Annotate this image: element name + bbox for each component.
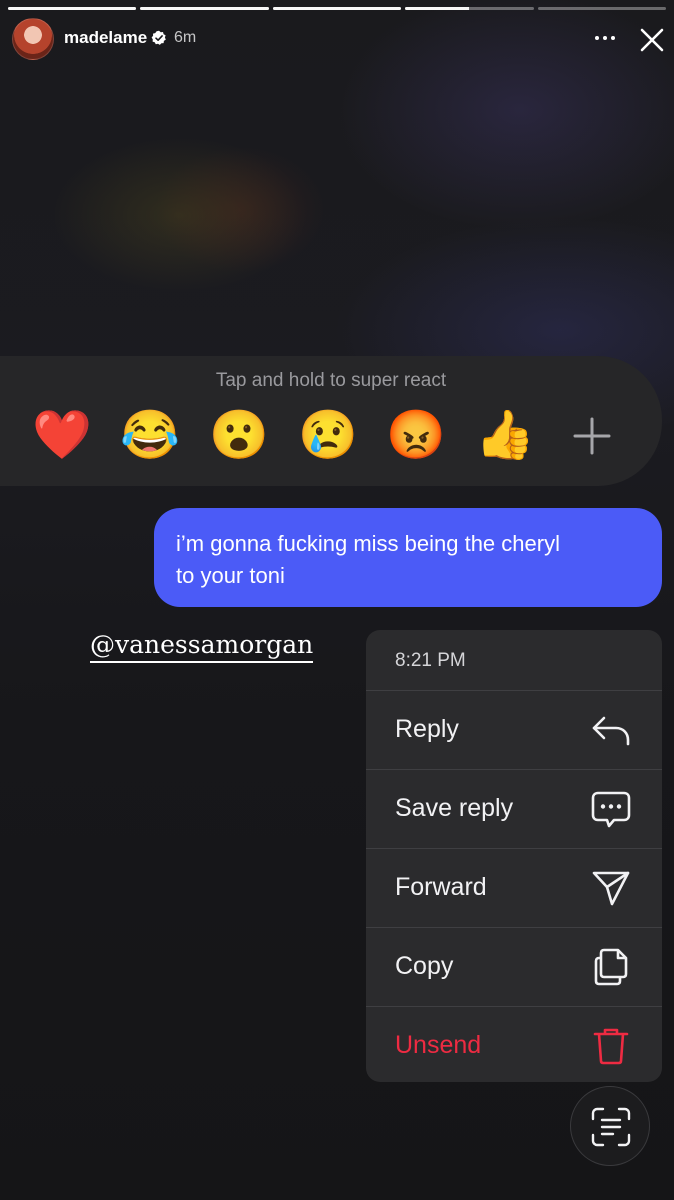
message-text-line: i’m gonna fucking miss being the cheryl bbox=[176, 531, 560, 556]
menu-item-unsend[interactable]: Unsend bbox=[366, 1006, 662, 1082]
paper-plane-icon bbox=[592, 871, 630, 906]
reply-arrow-icon bbox=[592, 716, 630, 746]
crying-reaction-emoji[interactable]: 😢 bbox=[298, 406, 358, 466]
story-progress-bar bbox=[8, 7, 667, 10]
progress-segment-current bbox=[405, 7, 534, 10]
laughing-reaction-emoji[interactable]: 😂 bbox=[120, 406, 180, 466]
scan-text-icon bbox=[591, 1107, 631, 1147]
progress-segment bbox=[537, 7, 667, 10]
message-timestamp: 8:21 PM bbox=[395, 650, 466, 671]
copy-icon bbox=[594, 948, 628, 986]
scan-text-button[interactable] bbox=[570, 1086, 650, 1166]
menu-item-save-reply[interactable]: Save reply bbox=[366, 769, 662, 847]
reaction-hint: Tap and hold to super react bbox=[215, 370, 447, 391]
mention-tag[interactable]: @vanessamorgan bbox=[90, 630, 314, 663]
surprised-reaction-emoji[interactable]: 😮 bbox=[209, 406, 269, 466]
close-icon[interactable] bbox=[636, 24, 668, 56]
thumbs-up-reaction-emoji[interactable]: 👍 bbox=[475, 406, 535, 466]
menu-item-reply[interactable]: Reply bbox=[366, 690, 662, 768]
avatar[interactable] bbox=[12, 18, 54, 60]
progress-segment bbox=[8, 7, 137, 10]
trash-icon bbox=[593, 1028, 629, 1065]
menu-item-copy[interactable]: Copy bbox=[366, 927, 662, 1005]
menu-item-label: Forward bbox=[395, 873, 487, 901]
speech-bubble-dots-icon bbox=[591, 791, 631, 828]
heart-reaction-emoji[interactable]: ❤️ bbox=[32, 406, 92, 466]
menu-item-forward[interactable]: Forward bbox=[366, 848, 662, 926]
progress-segment bbox=[272, 7, 402, 10]
message-bubble[interactable]: i’m gonna fucking miss being the cheryl … bbox=[154, 508, 662, 607]
angry-reaction-emoji[interactable]: 😡 bbox=[386, 406, 446, 466]
menu-item-label: Unsend bbox=[395, 1031, 482, 1059]
reaction-bar: Tap and hold to super react ❤️ 😂 😮 😢 😡 👍 bbox=[0, 356, 662, 486]
story-screen: madelame 6m Tap and hold to super react … bbox=[0, 0, 674, 1200]
more-options-icon[interactable] bbox=[590, 26, 620, 50]
message-text-line: to your toni bbox=[176, 563, 285, 588]
username[interactable]: madelame bbox=[64, 28, 147, 48]
plus-icon[interactable] bbox=[572, 416, 612, 456]
progress-segment bbox=[140, 7, 269, 10]
time-ago: 6m bbox=[174, 29, 197, 46]
message-context-menu: 8:21 PM Reply Save reply Forward Copy Un… bbox=[366, 630, 662, 1082]
menu-item-label: Save reply bbox=[395, 794, 514, 822]
verified-badge-icon bbox=[151, 30, 166, 45]
menu-item-label: Reply bbox=[395, 715, 459, 743]
menu-item-label: Copy bbox=[395, 952, 454, 980]
